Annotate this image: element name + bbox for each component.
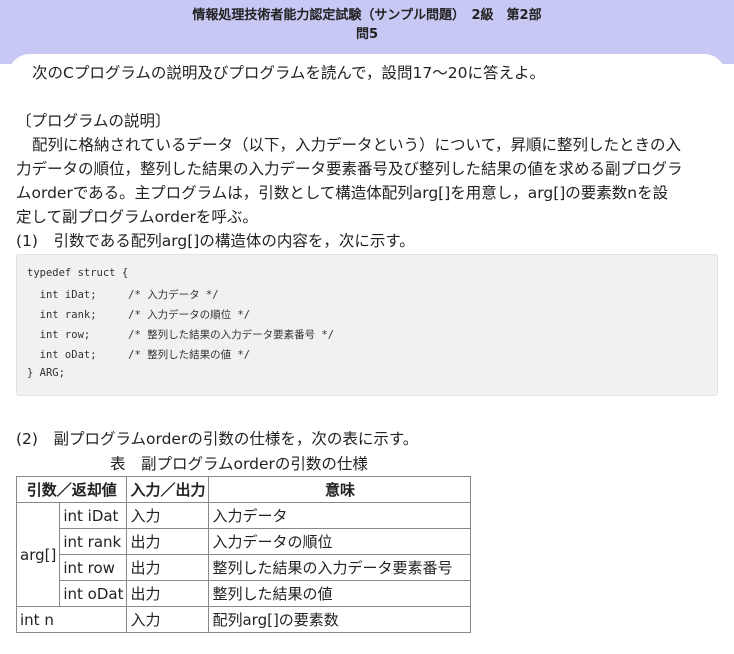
io-cell: 入力 xyxy=(126,606,210,633)
desc-line: 定して副プログラムorderを呼ぶ。 xyxy=(16,208,258,226)
table-row: arg[] int iDat 入力 入力データ xyxy=(15,502,472,607)
code-line: typedef struct { xyxy=(27,267,129,279)
desc-line: 配列に格納されているデータ（以下，入力データという）について，昇順に整列したとき… xyxy=(32,136,681,154)
meaning-cell: 整列した結果の値 xyxy=(208,580,472,607)
table-row: int oDat 出力 整列した結果の値 xyxy=(17,580,472,607)
table-row: int rank 出力 入力データの順位 xyxy=(17,528,472,555)
table-caption: 表 副プログラムorderの引数の仕様 xyxy=(110,455,368,473)
io-cell: 出力 xyxy=(126,580,210,607)
item-2-text: (2) 副プログラムorderの引数の仕様を，次の表に示す。 xyxy=(16,430,419,448)
code-line: } ARG; xyxy=(27,367,65,379)
code-block: typedef struct { int iDat; /* 入力データ */ i… xyxy=(16,254,718,396)
member-cell: int row xyxy=(59,554,128,581)
question-number: 問5 xyxy=(355,27,379,42)
param-name-cell: int n xyxy=(15,606,128,633)
table-row: int row 出力 整列した結果の入力データ要素番号 xyxy=(17,554,472,581)
code-line: int rank; /* 入力データの順位 */ xyxy=(27,309,251,321)
program-desc-heading: 〔プログラムの説明〕 xyxy=(16,112,171,130)
member-cell: int iDat xyxy=(59,502,128,529)
item-1-text: (1) 引数である配列arg[]の構造体の内容を，次に示す。 xyxy=(16,232,415,250)
io-cell: 出力 xyxy=(126,528,210,555)
meaning-cell: 配列arg[]の要素数 xyxy=(208,606,472,633)
intro-text: 次のCプログラムの説明及びプログラムを読んで，設問17～20に答えよ。 xyxy=(32,64,545,82)
exam-title: 情報処理技術者能力認定試験（サンプル問題） 2級 第2部 xyxy=(192,8,542,23)
argument-spec-table: 引数／返却値 入力／出力 意味 arg[] int iDat 入力 入力データ … xyxy=(15,476,472,633)
meaning-cell: 入力データ xyxy=(208,502,472,529)
desc-line: 力データの順位，整列した結果の入力データ要素番号及び整列した結果の値を求める副プ… xyxy=(16,160,683,178)
member-cell: int rank xyxy=(59,528,128,555)
column-header: 意味 xyxy=(208,476,472,503)
code-line: int oDat; /* 整列した結果の値 */ xyxy=(27,349,251,361)
io-cell: 入力 xyxy=(126,502,210,529)
table-header-row: 引数／返却値 入力／出力 意味 xyxy=(15,476,472,503)
column-header: 入力／出力 xyxy=(126,476,210,503)
desc-line: ムorderである。主プログラムは，引数として構造体配列arg[]を用意し，ar… xyxy=(16,184,669,202)
io-cell: 出力 xyxy=(126,554,210,581)
table-row: int n 入力 配列arg[]の要素数 xyxy=(15,606,472,633)
meaning-cell: 整列した結果の入力データ要素番号 xyxy=(208,554,472,581)
meaning-cell: 入力データの順位 xyxy=(208,528,472,555)
member-cell: int oDat xyxy=(59,580,128,607)
column-header: 引数／返却値 xyxy=(15,476,128,503)
arg-group-cell: arg[] xyxy=(15,502,61,607)
code-line: int row; /* 整列した結果の入力データ要素番号 */ xyxy=(27,329,335,341)
code-line: int iDat; /* 入力データ */ xyxy=(27,289,219,301)
